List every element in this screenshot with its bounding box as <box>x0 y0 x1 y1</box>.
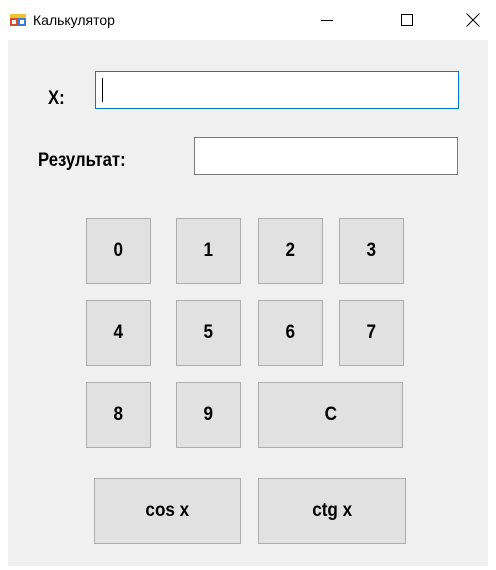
button-label: cos x <box>145 500 190 521</box>
button-label: 2 <box>285 240 296 261</box>
text-caret <box>102 78 103 102</box>
button-label: 7 <box>366 322 377 343</box>
button-label: 1 <box>203 240 214 261</box>
window-title: Калькулятор <box>33 12 115 28</box>
digit-1-button[interactable]: 1 <box>176 218 241 284</box>
minimize-icon <box>321 20 333 21</box>
maximize-icon <box>401 14 413 26</box>
form-client-area: X: Результат: 0 1 2 3 4 5 6 7 8 9 C cos … <box>8 40 488 566</box>
digit-9-button[interactable]: 9 <box>176 382 241 448</box>
digit-4-button[interactable]: 4 <box>86 300 151 366</box>
ctg-button[interactable]: ctg x <box>258 478 406 544</box>
digit-3-button[interactable]: 3 <box>339 218 404 284</box>
button-label: 0 <box>113 240 124 261</box>
app-icon <box>10 12 26 28</box>
clear-button[interactable]: C <box>258 382 403 448</box>
calculator-window: Калькулятор X: Результат: 0 1 2 3 4 5 6 … <box>0 0 496 570</box>
button-label: 4 <box>113 322 124 343</box>
button-label: 6 <box>285 322 296 343</box>
x-input[interactable] <box>95 71 459 109</box>
button-label: 5 <box>203 322 214 343</box>
cos-button[interactable]: cos x <box>94 478 241 544</box>
digit-5-button[interactable]: 5 <box>176 300 241 366</box>
button-label: 8 <box>113 404 124 425</box>
digit-6-button[interactable]: 6 <box>258 300 323 366</box>
button-label: 3 <box>366 240 377 261</box>
close-icon <box>466 13 480 27</box>
minimize-button[interactable] <box>304 0 350 40</box>
button-label: C <box>324 404 337 425</box>
digit-8-button[interactable]: 8 <box>86 382 151 448</box>
result-label: Результат: <box>38 150 126 171</box>
digit-0-button[interactable]: 0 <box>86 218 151 284</box>
button-label: ctg x <box>312 500 352 521</box>
close-button[interactable] <box>450 0 496 40</box>
result-field[interactable] <box>194 137 458 175</box>
digit-2-button[interactable]: 2 <box>258 218 323 284</box>
x-label: X: <box>48 88 65 109</box>
maximize-button[interactable] <box>384 0 430 40</box>
button-label: 9 <box>203 404 214 425</box>
digit-7-button[interactable]: 7 <box>339 300 404 366</box>
title-bar[interactable]: Калькулятор <box>0 0 496 40</box>
